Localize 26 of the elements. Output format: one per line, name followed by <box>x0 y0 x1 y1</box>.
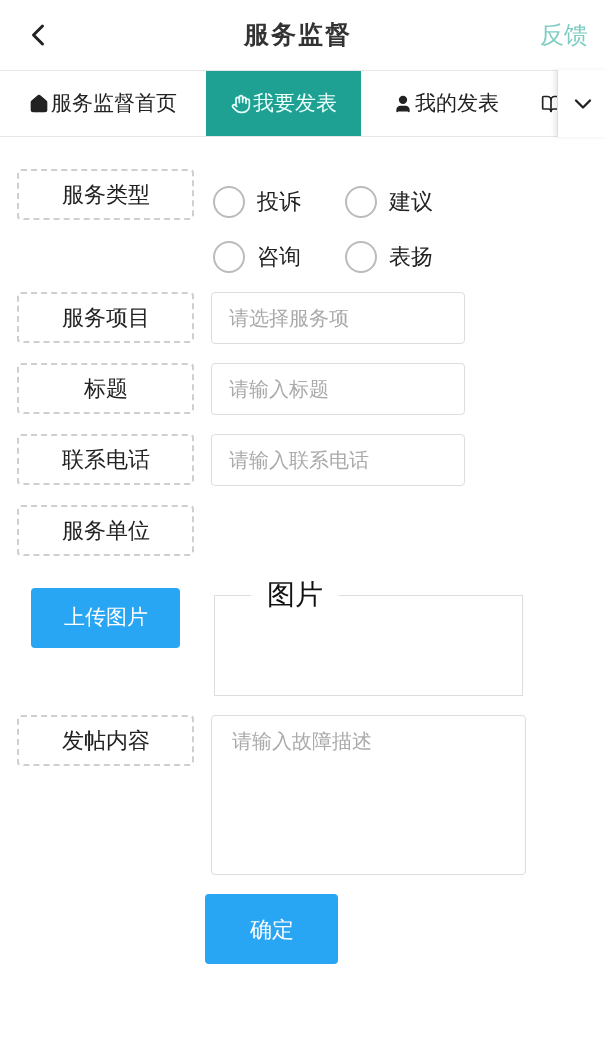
radio-label: 咨询 <box>257 243 301 271</box>
field-label: 标题 <box>17 363 194 414</box>
field-label: 服务类型 <box>17 169 194 220</box>
field-label: 服务项目 <box>17 292 194 343</box>
radio-button[interactable] <box>213 240 245 273</box>
tab-icon <box>29 93 49 114</box>
field-label: 服务单位 <box>17 505 194 556</box>
field-label: 联系电话 <box>17 434 194 485</box>
input-field[interactable]: 请输入联系电话 <box>211 434 465 486</box>
radio-button[interactable] <box>213 185 245 218</box>
tab-icon <box>230 93 251 114</box>
radio-option[interactable]: 表扬 <box>345 240 477 273</box>
radio-button[interactable] <box>345 240 377 273</box>
radio-option[interactable]: 建议 <box>345 185 477 218</box>
radio-label: 投诉 <box>257 188 301 216</box>
input-field[interactable]: 请输入标题 <box>211 363 465 415</box>
tab-icon <box>393 93 413 114</box>
radio-label: 建议 <box>389 188 433 216</box>
field-label: 发帖内容 <box>17 715 194 766</box>
radio-option[interactable]: 咨询 <box>213 240 345 273</box>
content-field[interactable]: 请输入故障描述 <box>211 715 526 875</box>
radio-button[interactable] <box>345 185 377 218</box>
image-legend: 图片 <box>251 574 339 616</box>
radio-label: 表扬 <box>389 243 433 271</box>
radio-option[interactable]: 投诉 <box>213 185 345 218</box>
page-title: 服务监督 <box>244 19 352 52</box>
